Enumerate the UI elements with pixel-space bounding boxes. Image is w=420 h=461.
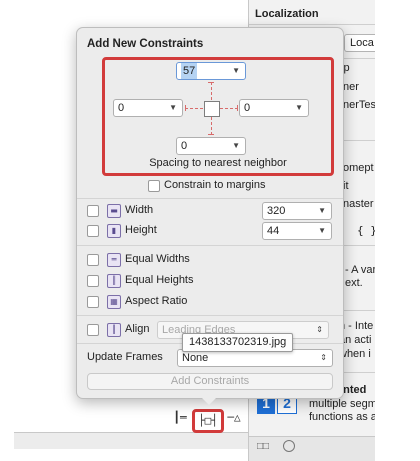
resolve-issues-icon[interactable]: ─△ xyxy=(224,409,244,427)
library-item-text: multiple segm xyxy=(309,398,375,410)
library-item-text: when i xyxy=(339,348,371,360)
library-item-text: it xyxy=(343,180,349,192)
pin-button-icon[interactable]: ├□┤ xyxy=(192,409,224,433)
divider xyxy=(77,245,343,246)
chevron-down-icon: ▼ xyxy=(232,66,240,75)
height-value-field[interactable]: 44 ▼ xyxy=(262,222,332,240)
aspect-ratio-checkbox[interactable] xyxy=(87,296,99,308)
spacing-constraints-group: 57 ▼ 0 ▼ 0 ▼ 0 ▼ Spacing to nearest neig… xyxy=(102,57,334,176)
left-spacing-value: 0 xyxy=(118,102,125,114)
equal-widths-label: Equal Widths xyxy=(125,253,190,265)
constrain-margins-checkbox[interactable] xyxy=(148,180,160,192)
divider xyxy=(77,315,343,316)
pin-cap xyxy=(208,82,214,83)
chevron-down-icon: ▼ xyxy=(232,141,240,150)
aspect-ratio-label: Aspect Ratio xyxy=(125,295,188,307)
height-checkbox[interactable] xyxy=(87,225,99,237)
left-spacing-field[interactable]: 0 ▼ xyxy=(113,99,183,117)
library-item-text: ip xyxy=(341,62,350,74)
popover-arrow xyxy=(200,396,218,405)
top-spacing-field[interactable]: 57 ▼ xyxy=(176,62,246,80)
library-item-text: ext. xyxy=(345,277,363,289)
divider xyxy=(77,198,343,199)
update-frames-label: Update Frames xyxy=(87,351,163,363)
width-icon: ▬ xyxy=(107,204,121,218)
library-item-text: omept xyxy=(343,162,374,174)
view-square-icon xyxy=(204,101,220,117)
library-item-text: naster xyxy=(343,198,374,210)
equal-heights-checkbox[interactable] xyxy=(87,275,99,287)
filter-icon[interactable] xyxy=(283,440,295,452)
update-frames-value: None xyxy=(182,352,209,364)
code-snippet-icon[interactable]: { } xyxy=(357,224,375,237)
align-checkbox[interactable] xyxy=(87,324,99,336)
library-item-text: functions as a xyxy=(309,411,375,423)
pin-cap xyxy=(185,105,186,111)
divider xyxy=(249,24,375,25)
pin-cap xyxy=(208,134,214,135)
height-label: Height xyxy=(125,224,157,236)
library-item-text: n - Inte xyxy=(339,320,374,332)
equal-widths-icon: ═ xyxy=(107,253,121,267)
equal-heights-icon: ║ xyxy=(107,274,121,288)
left-pin-line[interactable] xyxy=(185,108,203,109)
library-filter-bar: □□ xyxy=(249,436,375,461)
width-checkbox[interactable] xyxy=(87,205,99,217)
grid-view-icon[interactable]: □□ xyxy=(257,441,269,452)
spacing-label: Spacing to nearest neighbor xyxy=(149,157,287,169)
height-value: 44 xyxy=(267,225,280,237)
height-icon: ▮ xyxy=(107,224,121,238)
bottom-pin-line[interactable] xyxy=(211,117,212,135)
bottom-spacing-value: 0 xyxy=(181,140,188,152)
localization-popup[interactable]: Loca xyxy=(344,34,375,52)
library-item-text: ner xyxy=(343,81,359,93)
top-spacing-value: 57 xyxy=(181,63,198,79)
top-pin-line[interactable] xyxy=(211,82,212,100)
stepper-icon: ⇕ xyxy=(316,325,323,334)
align-label: Align xyxy=(125,323,150,335)
aspect-ratio-icon: ▦ xyxy=(107,295,121,309)
add-constraints-button[interactable]: Add Constraints xyxy=(87,373,333,390)
filename-tooltip: 1438133702319.jpg xyxy=(182,333,294,352)
chevron-down-icon: ▼ xyxy=(295,103,303,112)
width-label: Width xyxy=(125,204,154,216)
right-pin-line[interactable] xyxy=(220,108,238,109)
bottom-spacing-field[interactable]: 0 ▼ xyxy=(176,137,246,155)
chevron-down-icon: ▼ xyxy=(318,226,326,235)
width-value-field[interactable]: 320 ▼ xyxy=(262,202,332,220)
canvas-bottom-bar xyxy=(14,432,248,449)
right-spacing-field[interactable]: 0 ▼ xyxy=(239,99,309,117)
localization-heading: Localization xyxy=(255,8,319,20)
chevron-down-icon: ▼ xyxy=(318,206,326,215)
constrain-margins-label: Constrain to margins xyxy=(164,179,266,191)
library-item-text: - A var xyxy=(345,264,375,276)
width-value: 320 xyxy=(267,205,286,217)
equal-widths-checkbox[interactable] xyxy=(87,254,99,266)
library-item-text: an acti xyxy=(339,334,372,346)
align-icon: ┃ xyxy=(107,323,121,337)
right-spacing-value: 0 xyxy=(244,102,251,114)
chevron-down-icon: ▼ xyxy=(169,103,177,112)
align-button-icon[interactable]: ┃═ xyxy=(170,409,190,427)
library-item-text: nerTest xyxy=(343,99,375,111)
equal-heights-label: Equal Heights xyxy=(125,274,194,286)
popover-title: Add New Constraints xyxy=(87,38,204,50)
pin-cap xyxy=(237,105,238,111)
stepper-icon: ⇕ xyxy=(320,353,327,362)
